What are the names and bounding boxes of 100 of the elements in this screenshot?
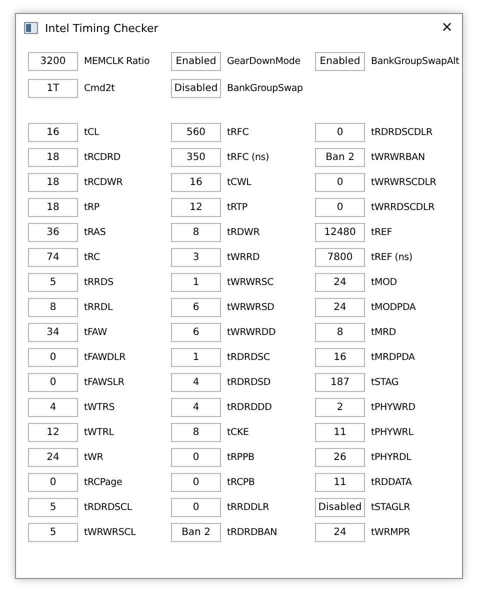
field-label: tSTAG: [371, 377, 399, 388]
field-label: tCL: [84, 127, 100, 138]
field-label: tRP: [84, 202, 100, 213]
field-label: tMOD: [371, 277, 397, 288]
field-label: tMRD: [371, 327, 396, 338]
value-field[interactable]: 2: [315, 398, 365, 417]
value-field[interactable]: 0: [28, 473, 78, 492]
field-label: tRDRDDD: [227, 402, 272, 413]
field-label: tCKE: [227, 427, 249, 438]
field-label: Cmd2t: [84, 83, 115, 94]
field-label: tRAS: [84, 227, 106, 238]
value-field[interactable]: 11: [315, 473, 365, 492]
value-field[interactable]: 1: [171, 273, 221, 292]
field-label: tRDRDBAN: [227, 527, 278, 538]
value-field[interactable]: 26: [315, 448, 365, 467]
field-label: tWRWRBAN: [371, 152, 425, 163]
value-field[interactable]: 5: [28, 273, 78, 292]
value-field[interactable]: 5: [28, 523, 78, 542]
value-field[interactable]: 18: [28, 148, 78, 167]
field-label: tSTAGLR: [371, 502, 410, 513]
value-field[interactable]: 1: [171, 348, 221, 367]
field-label: tWRWRSCL: [84, 527, 136, 538]
value-field[interactable]: 18: [28, 198, 78, 217]
field-label: tRCDRD: [84, 152, 121, 163]
field-label: tRRDS: [84, 277, 114, 288]
value-field[interactable]: 0: [315, 173, 365, 192]
value-field[interactable]: Ban 2: [171, 523, 221, 542]
field-label: tREF: [371, 227, 392, 238]
value-field[interactable]: 0: [28, 373, 78, 392]
field-label: tRDRDSCL: [84, 502, 132, 513]
value-field[interactable]: 8: [171, 223, 221, 242]
value-field[interactable]: 24: [315, 273, 365, 292]
value-field[interactable]: 24: [315, 523, 365, 542]
field-label: tWRWRDD: [227, 327, 276, 338]
field-label: tWTRL: [84, 427, 114, 438]
value-field[interactable]: 0: [171, 448, 221, 467]
value-field[interactable]: 34: [28, 323, 78, 342]
value-field[interactable]: 24: [315, 298, 365, 317]
value-field[interactable]: Disabled: [315, 498, 365, 517]
value-field[interactable]: 3200: [28, 52, 78, 71]
value-field[interactable]: 0: [171, 498, 221, 517]
value-field[interactable]: Enabled: [171, 52, 221, 71]
field-label: tPHYWRD: [371, 402, 416, 413]
value-field[interactable]: 0: [315, 123, 365, 142]
value-field[interactable]: 8: [315, 323, 365, 342]
value-field[interactable]: 350: [171, 148, 221, 167]
value-field[interactable]: 0: [28, 348, 78, 367]
field-label: tRDDATA: [371, 477, 412, 488]
value-field[interactable]: 16: [28, 123, 78, 142]
value-field[interactable]: 12: [28, 423, 78, 442]
value-field[interactable]: 560: [171, 123, 221, 142]
field-label: tPHYRDL: [371, 452, 412, 463]
value-field[interactable]: 5: [28, 498, 78, 517]
field-label: tRDRDSCDLR: [371, 127, 432, 138]
value-field[interactable]: 1T: [28, 79, 78, 98]
value-field[interactable]: 24: [28, 448, 78, 467]
value-field[interactable]: 6: [171, 323, 221, 342]
value-field[interactable]: 18: [28, 173, 78, 192]
field-label: BankGroupSwapAlt: [371, 56, 460, 67]
field-label: tRFC: [227, 127, 249, 138]
field-label: tRDWR: [227, 227, 260, 238]
field-label: tRDRDSD: [227, 377, 271, 388]
value-field[interactable]: 11: [315, 423, 365, 442]
value-field[interactable]: 16: [171, 173, 221, 192]
value-field[interactable]: 8: [28, 298, 78, 317]
field-label: tPHYWRL: [371, 427, 414, 438]
field-label: tFAWDLR: [84, 352, 126, 363]
value-field[interactable]: 4: [171, 373, 221, 392]
field-label: tWRWRSD: [227, 302, 274, 313]
value-field[interactable]: 36: [28, 223, 78, 242]
field-label: BankGroupSwap: [227, 83, 303, 94]
value-field[interactable]: 74: [28, 248, 78, 267]
field-label: tWRRDSCDLR: [371, 202, 435, 213]
field-label: tMRDPDA: [371, 352, 415, 363]
value-field[interactable]: Disabled: [171, 79, 221, 98]
value-field[interactable]: 3: [171, 248, 221, 267]
value-field[interactable]: 0: [171, 473, 221, 492]
field-label: tRCPB: [227, 477, 255, 488]
value-field[interactable]: 0: [315, 198, 365, 217]
app-icon: [24, 22, 38, 34]
field-label: tRC: [84, 252, 100, 263]
close-button[interactable]: ✕: [432, 14, 462, 42]
value-field[interactable]: 6: [171, 298, 221, 317]
value-field[interactable]: 16: [315, 348, 365, 367]
value-field[interactable]: Ban 2: [315, 148, 365, 167]
field-label: tFAWSLR: [84, 377, 124, 388]
value-field[interactable]: 4: [28, 398, 78, 417]
field-label: GearDownMode: [227, 56, 300, 67]
field-label: tCWL: [227, 177, 252, 188]
value-field[interactable]: 8: [171, 423, 221, 442]
field-label: tWRMPR: [371, 527, 410, 538]
field-label: MEMCLK Ratio: [84, 56, 150, 67]
value-field[interactable]: 7800: [315, 248, 365, 267]
value-field[interactable]: 4: [171, 398, 221, 417]
value-field[interactable]: 12480: [315, 223, 365, 242]
value-field[interactable]: Enabled: [315, 52, 365, 71]
field-label: tRDRDSC: [227, 352, 270, 363]
field-label: tRCPage: [84, 477, 122, 488]
value-field[interactable]: 187: [315, 373, 365, 392]
value-field[interactable]: 12: [171, 198, 221, 217]
